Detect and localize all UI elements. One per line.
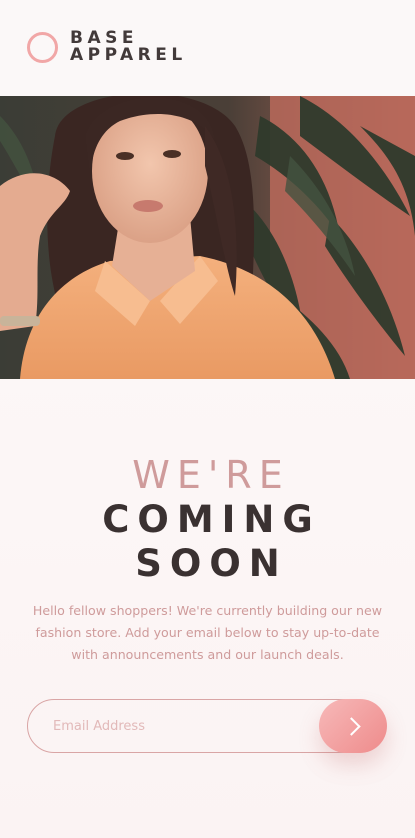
headline: WE'RE COMING SOON (0, 452, 415, 586)
hero-image (0, 96, 415, 379)
coming-soon-page: BASE APPAREL WE'RE COMING SOON Hello fel… (0, 0, 415, 838)
hero-photo (0, 96, 415, 379)
headline-bold-1: COMING (102, 498, 321, 541)
logo-line-2: APPAREL (70, 45, 187, 65)
logo-wordmark: BASE APPAREL (70, 30, 187, 64)
submit-button[interactable] (319, 699, 387, 753)
description-text: Hello fellow shoppers! We're currently b… (32, 603, 383, 662)
logo-ring-icon (27, 31, 58, 63)
header: BASE APPAREL (0, 0, 415, 96)
email-signup-form (27, 699, 387, 753)
brand-logo[interactable]: BASE APPAREL (27, 30, 187, 64)
headline-light: WE'RE (132, 453, 290, 497)
headline-bold-2: SOON (135, 542, 288, 585)
chevron-right-icon (341, 716, 361, 736)
